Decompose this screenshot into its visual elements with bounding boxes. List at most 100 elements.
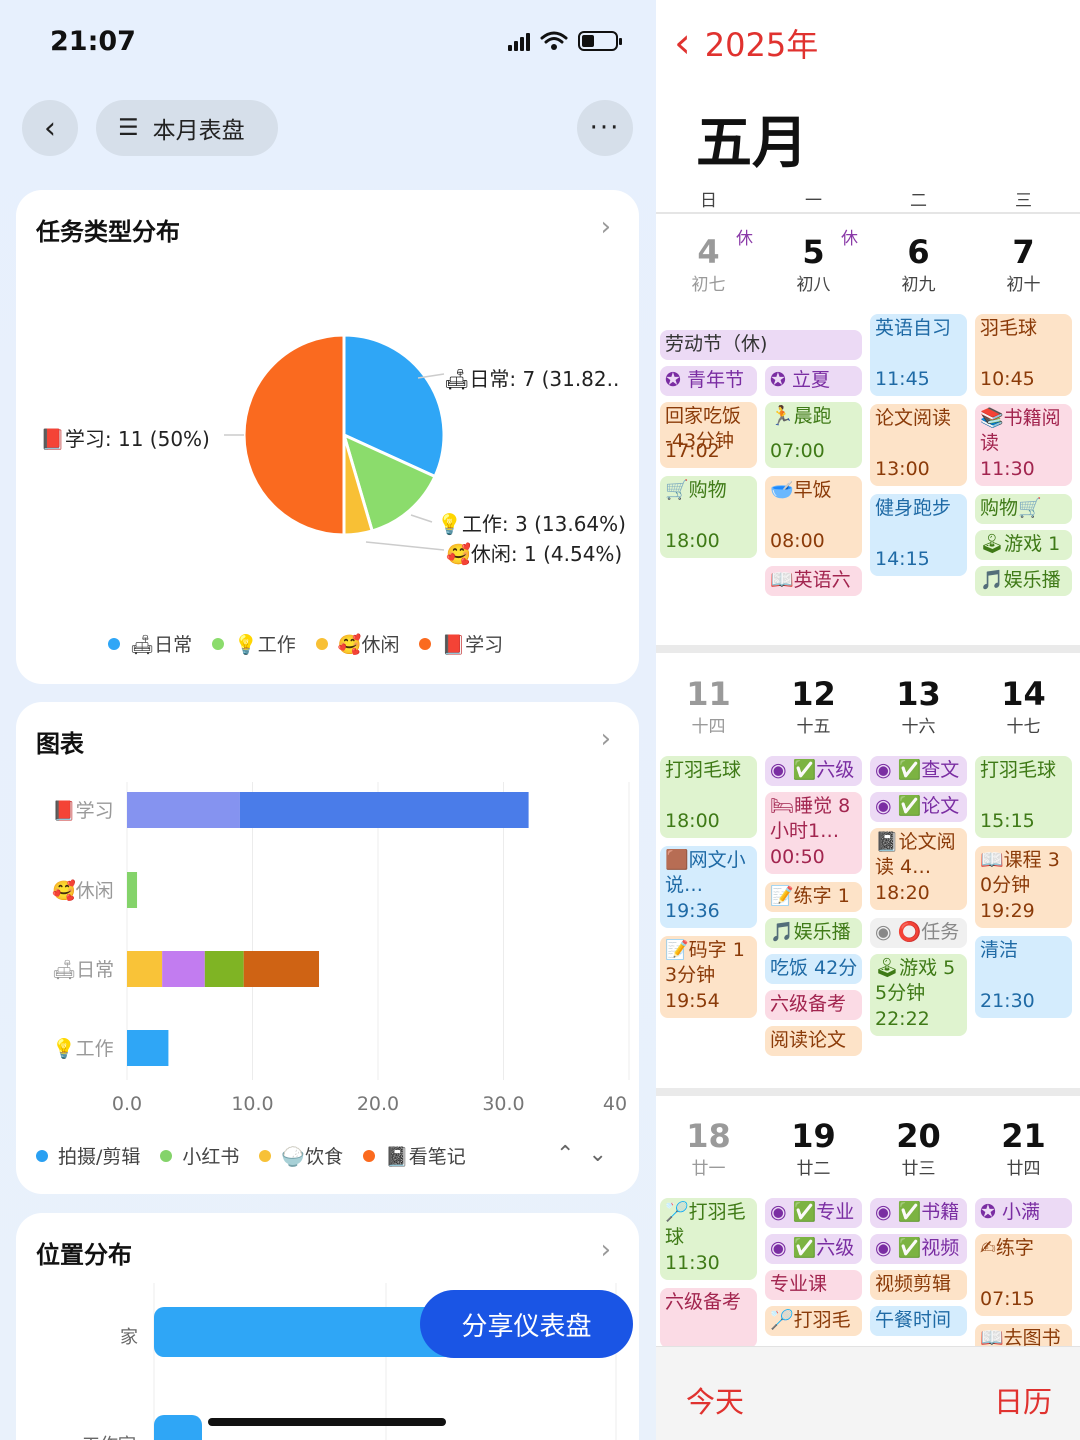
calendar-event[interactable]: ◉ ✅六级 — [765, 1234, 862, 1264]
calendar-event[interactable]: 视频剪辑 — [870, 1270, 967, 1300]
calendar-event[interactable]: 🕹游戏 1 — [975, 530, 1072, 560]
day-number[interactable]: 21 — [971, 1120, 1076, 1152]
calendar-event[interactable]: 🏸打羽毛球 11:30 — [660, 1198, 757, 1280]
calendar-event[interactable]: ✪ 立夏 — [765, 366, 862, 396]
calendar-event[interactable]: ✪ 小满 — [975, 1198, 1072, 1228]
calendar-event[interactable]: 回家吃饭 -43分钟 17:02 — [660, 402, 757, 468]
day-number[interactable]: 18 — [656, 1120, 761, 1152]
more-button[interactable]: ··· — [577, 100, 633, 156]
calendar-event[interactable]: 🎵娱乐播 — [765, 918, 862, 948]
calendar-event[interactable]: 打羽毛球 18:00 — [660, 756, 757, 838]
calendar-event[interactable]: 📝练字 1 — [765, 882, 862, 912]
event-title: 购物🛒 — [980, 497, 1042, 519]
day-number[interactable]: 7 — [971, 236, 1076, 268]
location-label-studio: 工作室 — [82, 1431, 136, 1440]
y-category-label: 🛋日常 — [52, 959, 114, 981]
event-time: 11:30 — [665, 1252, 720, 1275]
day-number[interactable]: 19 — [761, 1120, 866, 1152]
dashboard-selector[interactable]: ☰ 本月表盘 — [96, 100, 278, 156]
calendar-event[interactable]: ◉ ✅视频 — [870, 1234, 967, 1264]
legend-dot — [363, 1149, 376, 1162]
calendar-event[interactable]: 🛒购物 18:00 — [660, 476, 757, 558]
pie-legend-item[interactable]: 🥰休闲 — [315, 630, 399, 657]
calendar-event[interactable]: ◉ ✅书籍 — [870, 1198, 967, 1228]
day-number[interactable]: 13 — [866, 678, 971, 710]
day-number[interactable]: 12 — [761, 678, 866, 710]
calendar-event[interactable]: 📖课程 30分钟 19:29 — [975, 846, 1072, 928]
calendar-event[interactable]: 打羽毛球 15:15 — [975, 756, 1072, 838]
calendar-event[interactable]: 🎵娱乐播 — [975, 566, 1072, 596]
dashboard-panel: 21:07 ‹ ☰ 本月表盘 ··· 任务类型分布 › 📕学习: 11 (50%… — [0, 0, 656, 1440]
chevron-up-icon[interactable]: ⌃ — [556, 1142, 574, 1167]
event-title: 劳动节（休) — [665, 333, 768, 355]
calendar-event[interactable]: ◉ ⭕任务 — [870, 918, 967, 948]
pie-legend-item[interactable]: 📕学习 — [419, 630, 503, 657]
lunar-date: 十四 — [691, 717, 726, 737]
calendar-event[interactable]: 英语自习 11:45 — [870, 314, 967, 396]
calendar-event[interactable]: 劳动节（休) — [660, 330, 862, 360]
day-number[interactable]: 11 — [656, 678, 761, 710]
calendar-event[interactable]: ◉ ✅查文 — [870, 756, 967, 786]
bar-card[interactable]: 图表 › 0.0 10.0 20.0 30.0 40 📕学习 🥰休闲 🛋日常 💡工作 拍摄/剪辑… — [16, 702, 639, 1194]
pie-legend-item[interactable]: 🛋日常 — [108, 630, 192, 657]
event-title: 🛏睡觉 8小时1… — [770, 795, 851, 842]
share-dashboard-button[interactable]: 分享仪表盘 — [420, 1290, 633, 1358]
event-title: 📖课程 30分钟 — [980, 849, 1060, 896]
calendar-event[interactable]: 📚书籍阅读 11:30 — [975, 404, 1072, 486]
calendar-event[interactable]: 清洁 21:30 — [975, 936, 1072, 1018]
calendar-event[interactable]: 🕹游戏 55分钟 22:22 — [870, 954, 967, 1036]
calendar-event[interactable]: 📝码字 13分钟 19:54 — [660, 936, 757, 1018]
calendar-event[interactable]: 购物🛒 — [975, 494, 1072, 524]
event-title: ◉ ✅六级 — [770, 759, 855, 781]
back-to-year-button[interactable]: ‹ 2025年 — [674, 20, 818, 66]
bar-legend-item[interactable]: 🍚饮食 — [259, 1142, 343, 1169]
event-title: 🎵娱乐播 — [770, 921, 851, 943]
calendar-event[interactable]: 🛏睡觉 8小时1… 00:50 — [765, 792, 862, 874]
calendar-event[interactable]: 专业课 — [765, 1270, 862, 1300]
pie-card[interactable]: 任务类型分布 › 📕学习: 11 (50%) 🛋日常: 7 (31.82.. 💡… — [16, 190, 639, 684]
bar-legend-item[interactable]: 小红书 — [160, 1142, 239, 1169]
event-title: 📚书籍阅读 — [980, 407, 1061, 454]
calendar-event[interactable]: ✪ 青年节 — [660, 366, 757, 396]
event-title: 🏸打羽毛 — [770, 1309, 851, 1331]
pie-legend-item[interactable]: 💡工作 — [212, 630, 296, 657]
calendar-event[interactable]: 阅读论文 — [765, 1026, 862, 1056]
calendar-event[interactable]: 六级备考 — [765, 990, 862, 1020]
calendar-event[interactable]: 羽毛球 10:45 — [975, 314, 1072, 396]
today-button[interactable]: 今天 — [686, 1379, 744, 1421]
calendar-event[interactable]: 论文阅读 13:00 — [870, 404, 967, 486]
calendar-event[interactable]: 🥣早饭 08:00 — [765, 476, 862, 558]
calendar-event[interactable]: 六级备考 — [660, 1288, 757, 1348]
calendar-event[interactable]: 🏸打羽毛 — [765, 1306, 862, 1336]
event-time: 15:15 — [980, 810, 1035, 833]
bar-segment-学习 — [239, 792, 529, 828]
event-title: 🏸打羽毛球 — [665, 1201, 746, 1248]
calendar-event[interactable]: 📖英语六 — [765, 566, 862, 596]
calendar-event[interactable]: 📓论文阅读 4… 18:20 — [870, 828, 967, 910]
chevron-down-icon[interactable]: ⌄ — [588, 1142, 606, 1167]
calendar-event[interactable]: 吃饭 42分 — [765, 954, 862, 984]
bar-legend-item[interactable]: 拍摄/剪辑 — [36, 1142, 140, 1169]
battery-icon — [578, 31, 622, 51]
calendar-event[interactable]: 午餐时间 — [870, 1306, 967, 1336]
calendars-button[interactable]: 日历 — [994, 1379, 1052, 1421]
pie-legend: 🛋日常 💡工作 🥰休闲 📕学习 — [108, 630, 503, 657]
calendar-event[interactable]: 🟫网文小说… 19:36 — [660, 846, 757, 928]
status-time: 21:07 — [50, 26, 136, 57]
calendar-event[interactable]: ◉ ✅论文 — [870, 792, 967, 822]
event-time: 21:30 — [980, 990, 1035, 1013]
bar-legend-item[interactable]: 📓看笔记 — [363, 1142, 466, 1169]
event-title: 论文阅读 — [875, 407, 952, 429]
calendar-event[interactable]: ✍练字 07:15 — [975, 1234, 1072, 1316]
month-title: 五月 — [696, 111, 808, 176]
day-number[interactable]: 20 — [866, 1120, 971, 1152]
back-button[interactable]: ‹ — [22, 100, 78, 156]
event-title: ✪ 小满 — [980, 1201, 1040, 1223]
calendar-event[interactable]: ◉ ✅专业 — [765, 1198, 862, 1228]
day-number[interactable]: 14 — [971, 678, 1076, 710]
day-number[interactable]: 6 — [866, 236, 971, 268]
calendar-event[interactable]: ◉ ✅六级 — [765, 756, 862, 786]
calendar-event[interactable]: 🏃晨跑 07:00 — [765, 402, 862, 468]
calendar-event[interactable]: 健身跑步 14:15 — [870, 494, 967, 576]
event-title: 清洁 — [980, 939, 1019, 961]
